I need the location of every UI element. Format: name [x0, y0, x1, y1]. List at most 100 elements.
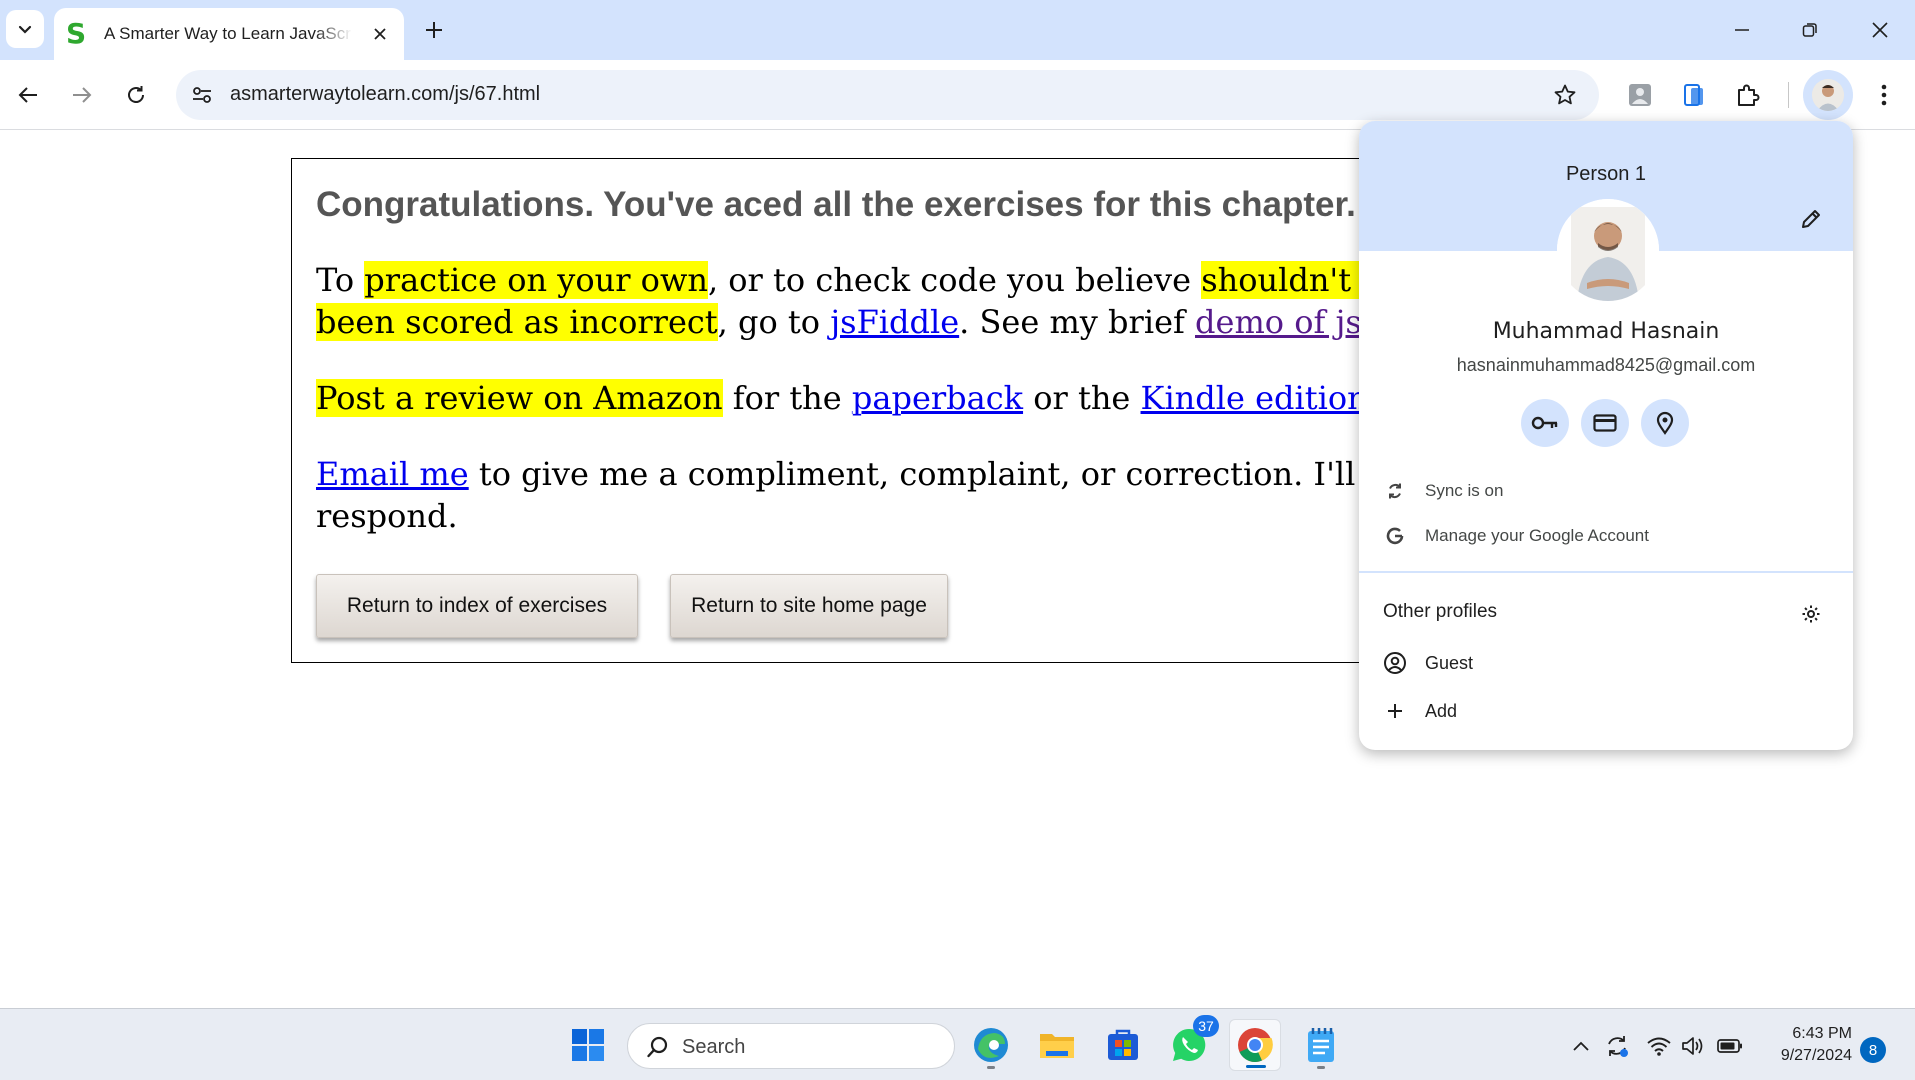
- paperback-link[interactable]: paperback: [852, 379, 1023, 417]
- forward-button[interactable]: [62, 75, 102, 115]
- site-info-button[interactable]: [184, 77, 220, 113]
- volume-button[interactable]: [1680, 1033, 1706, 1059]
- extensions-menu-button[interactable]: [1730, 77, 1766, 113]
- arrow-right-icon: [73, 87, 92, 103]
- guest-label: Guest: [1425, 652, 1474, 673]
- battery-icon: [1717, 1039, 1742, 1053]
- phone-extension-icon: [1684, 84, 1703, 106]
- plus-icon: [1383, 699, 1407, 723]
- back-button[interactable]: [8, 75, 48, 115]
- restore-icon: [1802, 23, 1817, 37]
- practice-paragraph: To practice on your own, or to check cod…: [316, 261, 1465, 341]
- sync-status-row[interactable]: Sync is on: [1359, 471, 1853, 511]
- more-vertical-icon: [1881, 84, 1887, 106]
- toolbar-separator: [1788, 82, 1789, 108]
- whatsapp-badge: 37: [1193, 1015, 1219, 1037]
- wifi-button[interactable]: [1646, 1033, 1672, 1059]
- tab-close-button[interactable]: [368, 22, 392, 46]
- system-clock[interactable]: 6:43 PM 9/27/2024: [1756, 1023, 1852, 1067]
- start-button[interactable]: [562, 1019, 614, 1071]
- reload-button[interactable]: [116, 75, 156, 115]
- minimize-icon: [1735, 29, 1749, 31]
- edit-profile-button[interactable]: [1795, 203, 1827, 235]
- key-icon: [1531, 416, 1558, 430]
- card-icon: [1593, 414, 1617, 432]
- taskbar-notepad[interactable]: [1295, 1019, 1347, 1071]
- taskbar-edge[interactable]: [965, 1019, 1017, 1071]
- email-paragraph: Email me to give me a compliment, compla…: [316, 455, 1356, 535]
- manage-profiles-button[interactable]: [1796, 599, 1826, 629]
- profile-email: hasnainmuhammad8425@gmail.com: [1456, 355, 1756, 375]
- sync-cloud-icon: [1608, 1036, 1628, 1057]
- onedrive-sync-button[interactable]: [1604, 1033, 1630, 1059]
- tab-search-button[interactable]: [6, 10, 44, 48]
- close-window-button[interactable]: [1852, 10, 1908, 50]
- plus-icon: [426, 22, 442, 38]
- location-icon: [1656, 411, 1674, 435]
- restore-button[interactable]: [1782, 10, 1838, 50]
- close-icon: [374, 28, 386, 40]
- clock-time: 6:43 PM: [1792, 1025, 1852, 1042]
- show-hidden-icons-button[interactable]: [1568, 1033, 1594, 1059]
- email-me-link[interactable]: Email me: [316, 455, 469, 493]
- taskbar-store[interactable]: [1097, 1019, 1149, 1071]
- chevron-down-icon: [18, 25, 32, 34]
- other-profiles-heading: Other profiles: [1383, 601, 1498, 622]
- profile-name: Muhammad Hasnain: [1492, 319, 1720, 344]
- avatar: [1812, 79, 1844, 111]
- sync-icon: [1383, 479, 1407, 503]
- search-icon: [647, 1036, 668, 1058]
- chrome-menu-button[interactable]: [1866, 77, 1902, 113]
- return-to-index-button[interactable]: Return to index of exercises: [316, 574, 638, 638]
- minimize-button[interactable]: [1714, 10, 1770, 50]
- star-icon: [1554, 84, 1576, 105]
- browser-tab[interactable]: S A Smarter Way to Learn JavaScript: [54, 8, 404, 60]
- profile-avatar-button[interactable]: [1803, 70, 1853, 120]
- profile-avatar: [1557, 199, 1659, 301]
- tab-title: A Smarter Way to Learn JavaScript: [104, 24, 352, 43]
- extension-button-1[interactable]: [1622, 77, 1658, 113]
- extension-button-2[interactable]: [1676, 77, 1712, 113]
- add-label: Add: [1425, 700, 1458, 721]
- taskbar: Search 37 6:43 PM 9/27/2024 8: [0, 1008, 1915, 1080]
- profile-label: Person 1: [1565, 163, 1647, 185]
- guest-profile-row[interactable]: Guest: [1359, 643, 1853, 683]
- site-favicon-icon: S: [66, 17, 87, 50]
- new-tab-button[interactable]: [418, 14, 450, 46]
- address-bar[interactable]: asmarterwaytolearn.com/js/67.html: [176, 70, 1599, 120]
- jsfiddle-link[interactable]: jsFiddle: [830, 303, 959, 341]
- notification-center-badge[interactable]: 8: [1860, 1037, 1886, 1063]
- taskbar-whatsapp[interactable]: 37: [1163, 1015, 1219, 1071]
- profile-menu: Person 1 Muhammad Hasnain hasnainmuhamma…: [1359, 121, 1853, 750]
- bookmark-button[interactable]: [1549, 79, 1581, 111]
- payment-methods-button[interactable]: [1581, 399, 1629, 447]
- kindle-edition-link[interactable]: Kindle edition: [1141, 379, 1368, 417]
- url-text[interactable]: asmarterwaytolearn.com/js/67.html: [230, 83, 540, 106]
- close-icon: [1872, 22, 1888, 38]
- arrow-left-icon: [18, 87, 37, 103]
- manage-account-label: Manage your Google Account: [1425, 526, 1649, 545]
- reload-icon: [128, 86, 144, 103]
- volume-icon: [1682, 1037, 1703, 1055]
- page-heading: Congratulations. You've aced all the exe…: [316, 185, 1356, 224]
- clock-date: 9/27/2024: [1780, 1047, 1852, 1064]
- divider: [1359, 571, 1853, 573]
- addresses-button[interactable]: [1641, 399, 1689, 447]
- wifi-icon: [1647, 1037, 1671, 1056]
- battery-button[interactable]: [1717, 1033, 1743, 1059]
- exercise-complete-panel: Congratulations. You've aced all the exe…: [291, 158, 1464, 663]
- puzzle-icon: [1738, 84, 1760, 106]
- review-paragraph: Post a review on Amazon for the paperbac…: [316, 379, 1378, 417]
- add-profile-row[interactable]: Add: [1359, 691, 1853, 731]
- taskbar-search[interactable]: Search: [627, 1023, 955, 1069]
- return-to-home-button[interactable]: Return to site home page: [670, 574, 948, 638]
- pencil-icon: [1802, 210, 1820, 228]
- store-icon: [1108, 1029, 1138, 1060]
- windows-icon: [572, 1029, 604, 1061]
- taskbar-chrome[interactable]: [1229, 1019, 1281, 1071]
- sync-label: Sync is on: [1425, 481, 1504, 500]
- notepad-icon: [1308, 1028, 1334, 1062]
- manage-google-account-row[interactable]: Manage your Google Account: [1359, 516, 1853, 556]
- passwords-button[interactable]: [1521, 399, 1569, 447]
- taskbar-file-explorer[interactable]: [1031, 1019, 1083, 1071]
